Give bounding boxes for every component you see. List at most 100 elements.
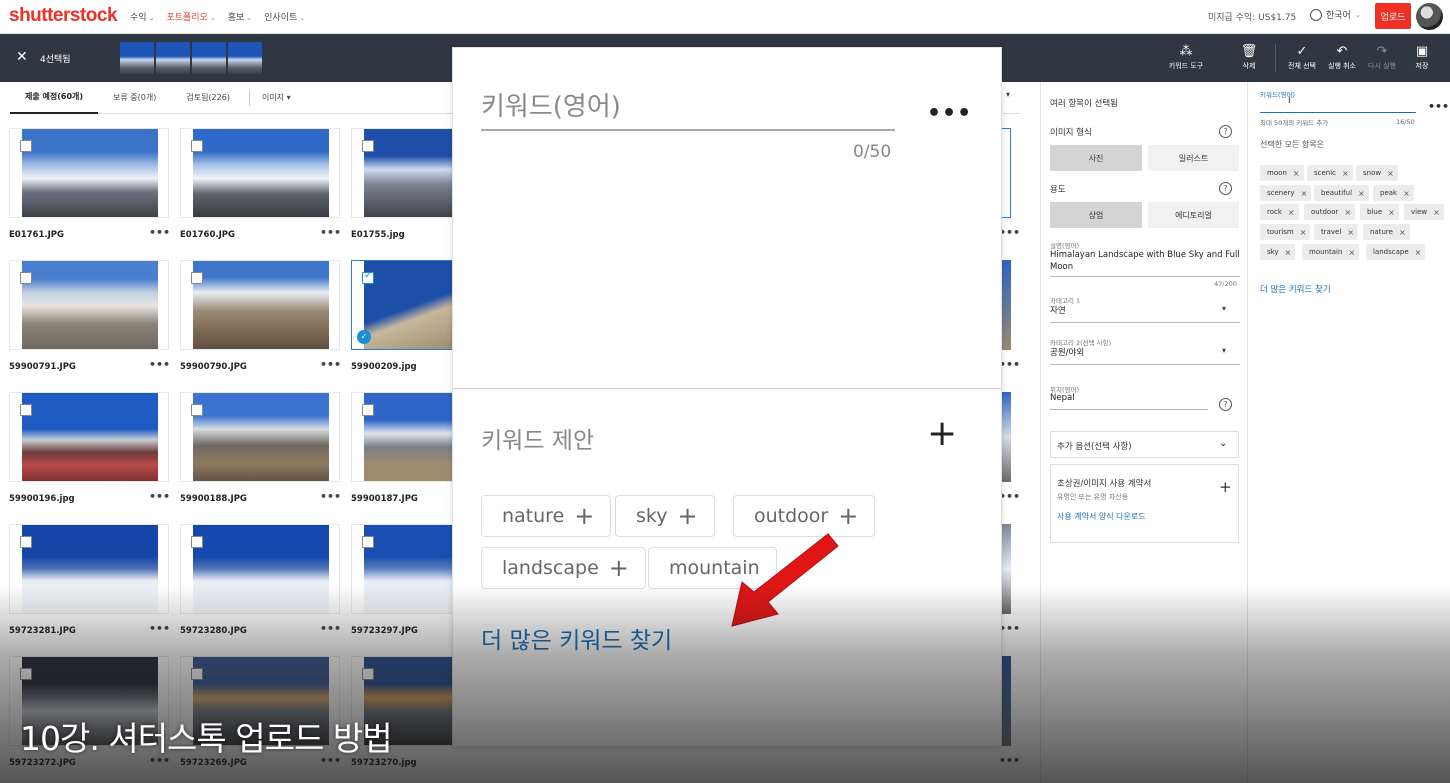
more-options-icon[interactable]: ••• xyxy=(999,622,1020,635)
tab-pending[interactable]: 보류 중(0개) xyxy=(98,82,171,114)
keyword-chip[interactable]: moon × xyxy=(1260,165,1304,181)
caret-down-icon[interactable]: ▾ xyxy=(1222,346,1226,355)
suggested-keyword-chip[interactable]: sky + xyxy=(615,495,715,537)
find-more-keywords-link[interactable]: 더 많은 키워드 찾기 xyxy=(1260,283,1331,295)
close-icon[interactable]: × xyxy=(1387,169,1394,178)
more-options-icon[interactable]: ••• xyxy=(149,490,170,503)
close-icon[interactable]: × xyxy=(1399,228,1406,237)
avatar[interactable] xyxy=(1416,3,1443,30)
select-checkbox[interactable] xyxy=(191,536,203,548)
keyword-chip[interactable]: snow × xyxy=(1356,165,1398,181)
more-options-icon[interactable]: ••• xyxy=(149,226,170,239)
image-thumbnail[interactable] xyxy=(9,128,169,218)
keyword-chip[interactable]: travel × xyxy=(1314,224,1359,240)
select-checkbox[interactable] xyxy=(191,140,203,152)
close-icon[interactable]: × xyxy=(1342,169,1349,178)
close-icon[interactable]: × xyxy=(1388,208,1395,217)
location-input[interactable]: Nepal xyxy=(1050,393,1075,403)
image-thumbnail[interactable] xyxy=(180,128,340,218)
more-options-icon[interactable]: ••• xyxy=(149,622,170,635)
keyword-chip[interactable]: mountain × xyxy=(1302,244,1360,260)
release-download-link[interactable]: 사용 계약서 양식 다운로드 xyxy=(1057,511,1146,522)
nav-earnings[interactable]: 수익 ⌄ xyxy=(130,10,154,23)
more-options-icon[interactable]: ••• xyxy=(999,226,1020,239)
caret-down-icon[interactable]: ▾ xyxy=(1222,304,1226,313)
image-card[interactable]: E01761.JPG ••• xyxy=(9,128,170,248)
more-options-icon[interactable]: ••• xyxy=(320,622,341,635)
suggested-keyword-chip[interactable]: outdoor + xyxy=(733,495,876,537)
select-checkbox[interactable] xyxy=(20,140,32,152)
image-thumbnail[interactable] xyxy=(9,392,169,482)
undo-button[interactable]: ↶ 실행 취소 xyxy=(1322,44,1362,72)
image-type-photo-button[interactable]: 사진 xyxy=(1050,145,1142,171)
image-card[interactable]: 59900196.jpg ••• xyxy=(9,392,170,512)
keyword-chip[interactable]: peak × xyxy=(1373,185,1414,201)
media-type-dropdown[interactable]: 이미지 ▾ xyxy=(254,92,299,103)
image-card[interactable]: 59900791.JPG ••• xyxy=(9,260,170,380)
shutterstock-logo[interactable]: shutterstock xyxy=(9,5,118,27)
select-checkbox[interactable] xyxy=(191,272,203,284)
help-icon[interactable]: ? xyxy=(1219,125,1232,138)
select-checkbox[interactable] xyxy=(20,536,32,548)
image-thumbnail[interactable] xyxy=(180,260,340,350)
selected-thumbnail[interactable] xyxy=(120,42,154,74)
help-icon[interactable]: ? xyxy=(1219,398,1232,411)
select-checkbox[interactable] xyxy=(191,404,203,416)
more-options-icon[interactable]: ••• xyxy=(999,754,1020,767)
image-card[interactable]: 59900188.JPG ••• xyxy=(180,392,341,512)
close-icon[interactable]: × xyxy=(1358,189,1365,198)
select-checkbox[interactable] xyxy=(362,270,374,284)
language-selector[interactable]: 한국어 ⌄ xyxy=(1310,8,1361,21)
selected-thumbnail[interactable] xyxy=(156,42,190,74)
keyword-chip[interactable]: view × xyxy=(1404,204,1444,220)
keyword-chip[interactable]: scenery × xyxy=(1260,185,1312,201)
more-options-icon[interactable]: ••• xyxy=(320,490,341,503)
image-thumbnail[interactable] xyxy=(180,392,340,482)
image-thumbnail-edge[interactable] xyxy=(1001,260,1011,350)
extra-options-dropdown[interactable]: 추가 옵션(선택 사항) ⌄ xyxy=(1050,431,1239,458)
select-checkbox[interactable] xyxy=(362,404,374,416)
close-icon[interactable]: × xyxy=(1301,189,1308,198)
select-checkbox[interactable] xyxy=(191,668,203,680)
image-thumbnail[interactable] xyxy=(9,260,169,350)
image-thumbnail-edge[interactable] xyxy=(1001,392,1011,482)
suggested-keyword-chip[interactable]: landscape + xyxy=(481,547,646,589)
image-card[interactable]: E01760.JPG ••• xyxy=(180,128,341,248)
category1-select[interactable]: 자연 xyxy=(1050,304,1066,316)
more-options-icon[interactable]: ••• xyxy=(999,490,1020,503)
more-options-icon[interactable]: ••• xyxy=(999,358,1020,371)
close-icon[interactable]: × xyxy=(1285,248,1292,257)
delete-button[interactable]: 🗑 삭제 xyxy=(1229,44,1269,72)
keyword-chip[interactable]: scenic × xyxy=(1307,165,1353,181)
keyword-chip[interactable]: outdoor × xyxy=(1304,204,1356,220)
close-icon[interactable]: × xyxy=(1293,169,1300,178)
more-options-icon[interactable]: ••• xyxy=(320,226,341,239)
keywords-input[interactable] xyxy=(1260,97,1416,113)
more-options-icon[interactable]: ••• xyxy=(320,358,341,371)
close-icon[interactable]: × xyxy=(1300,228,1307,237)
tab-submit[interactable]: 제출 예정(60개) xyxy=(10,82,99,114)
close-icon[interactable]: × xyxy=(1348,248,1355,257)
redo-button[interactable]: ↷ 다시 실행 xyxy=(1362,44,1402,72)
image-card[interactable]: 59723280.JPG ••• xyxy=(180,524,341,644)
keyword-field-label[interactable]: 키워드(영어) xyxy=(481,86,621,123)
close-icon[interactable]: × xyxy=(1347,228,1354,237)
usage-editorial-button[interactable]: 에디토리얼 xyxy=(1148,202,1239,228)
usage-commercial-button[interactable]: 상업 xyxy=(1050,202,1142,228)
keyword-chip[interactable]: tourism × xyxy=(1260,224,1311,240)
selected-thumbnail[interactable] xyxy=(192,42,226,74)
keyword-chip[interactable]: nature × xyxy=(1363,224,1410,240)
select-checkbox[interactable] xyxy=(362,140,374,152)
more-options-icon[interactable]: ••• xyxy=(1428,100,1449,113)
image-thumbnail-edge[interactable] xyxy=(1001,524,1011,614)
image-card[interactable]: 59723281.JPG ••• xyxy=(9,524,170,644)
image-thumbnail[interactable] xyxy=(180,524,340,614)
select-checkbox[interactable] xyxy=(20,668,32,680)
save-button[interactable]: ▣ 저장 xyxy=(1402,44,1442,72)
plus-icon[interactable]: + xyxy=(1219,478,1232,496)
image-thumbnail-edge[interactable] xyxy=(1001,128,1011,218)
select-checkbox[interactable] xyxy=(20,272,32,284)
keyword-chip[interactable]: blue × xyxy=(1360,204,1399,220)
nav-promote[interactable]: 홍보 ⌄ xyxy=(228,10,252,23)
description-input[interactable]: Himalayan Landscape with Blue Sky and Fu… xyxy=(1050,249,1240,273)
